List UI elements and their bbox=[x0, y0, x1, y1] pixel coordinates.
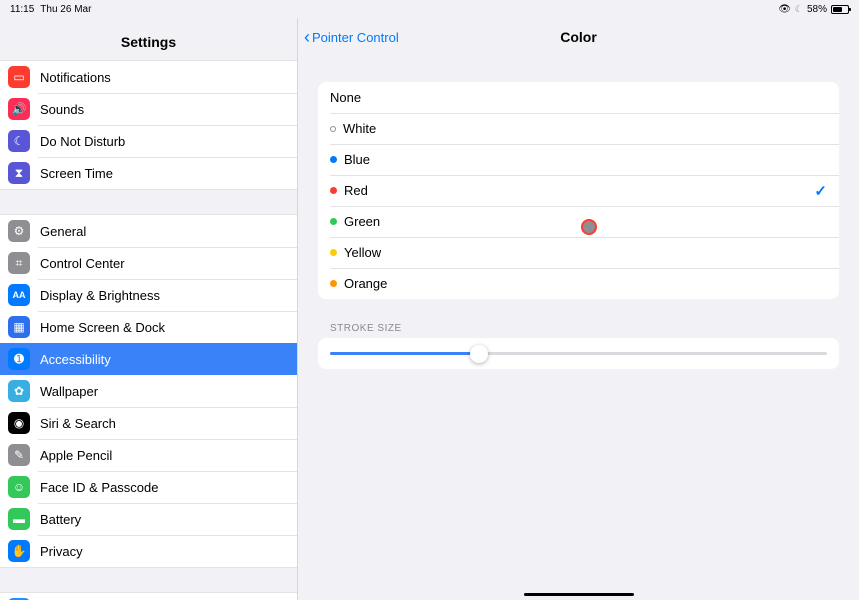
color-option-none[interactable]: None bbox=[318, 82, 839, 113]
color-option-label: Orange bbox=[344, 276, 387, 291]
detail-header: ‹ Pointer Control Color bbox=[298, 18, 859, 56]
color-option-label: None bbox=[330, 90, 361, 105]
display-icon: AA bbox=[8, 284, 30, 306]
detail-title: Color bbox=[560, 29, 597, 45]
sidebar-item-label: Do Not Disturb bbox=[40, 134, 125, 149]
color-dot-icon bbox=[330, 218, 337, 225]
sidebar-item-label: Home Screen & Dock bbox=[40, 320, 165, 335]
color-option-label: Green bbox=[344, 214, 380, 229]
sidebar-item-notifications[interactable]: ▭ Notifications bbox=[0, 61, 297, 93]
sidebar: Settings ▭ Notifications 🔊 Sounds ☾ Do Not Di… bbox=[0, 18, 298, 600]
sidebar-item-battery[interactable]: ▬ Battery bbox=[0, 503, 297, 535]
color-option-label: Yellow bbox=[344, 245, 381, 260]
stroke-size-slider[interactable] bbox=[330, 352, 827, 355]
sidebar-item-label: General bbox=[40, 224, 86, 239]
sidebar-item-apple-pencil[interactable]: ✎ Apple Pencil bbox=[0, 439, 297, 471]
color-option-blue[interactable]: Blue bbox=[318, 144, 839, 175]
back-label: Pointer Control bbox=[312, 30, 399, 45]
color-option-label: Red bbox=[344, 183, 368, 198]
eye-icon: 👁 bbox=[778, 4, 791, 15]
sidebar-item-label: Sounds bbox=[40, 102, 84, 117]
sidebar-item-general[interactable]: ⚙ General bbox=[0, 215, 297, 247]
color-option-red[interactable]: Red ✓ bbox=[318, 175, 839, 206]
sidebar-item-itunes-app-store[interactable]: ⒶiTunes & App Store bbox=[0, 593, 297, 600]
color-option-white[interactable]: White bbox=[318, 113, 839, 144]
color-option-green[interactable]: Green bbox=[318, 206, 839, 237]
color-dot-icon bbox=[330, 249, 337, 256]
notifications-icon: ▭ bbox=[8, 66, 30, 88]
pencil-icon: ✎ bbox=[8, 444, 30, 466]
stroke-size-label: STROKE SIZE bbox=[330, 323, 839, 334]
sidebar-item-label: Battery bbox=[40, 512, 81, 527]
sidebar-item-siri-search[interactable]: ◉ Siri & Search bbox=[0, 407, 297, 439]
sidebar-item-label: Display & Brightness bbox=[40, 288, 160, 303]
sidebar-title: Settings bbox=[0, 18, 297, 60]
color-dot-icon bbox=[330, 156, 337, 163]
sidebar-item-label: Siri & Search bbox=[40, 416, 116, 431]
sidebar-item-label: Face ID & Passcode bbox=[40, 480, 159, 495]
dnd-icon: ☾ bbox=[8, 130, 30, 152]
siri-icon: ◉ bbox=[8, 412, 30, 434]
color-option-label: White bbox=[343, 121, 376, 136]
sidebar-item-label: Privacy bbox=[40, 544, 83, 559]
stroke-size-slider-card bbox=[318, 338, 839, 369]
sidebar-item-display-brightness[interactable]: AA Display & Brightness bbox=[0, 279, 297, 311]
sidebar-item-screen-time[interactable]: ⧗ Screen Time bbox=[0, 157, 297, 189]
moon-icon: ☾ bbox=[795, 4, 803, 15]
battery-pct: 58% bbox=[807, 4, 827, 15]
sidebar-item-do-not-disturb[interactable]: ☾ Do Not Disturb bbox=[0, 125, 297, 157]
color-dot-icon bbox=[330, 126, 336, 132]
sidebar-item-label: Accessibility bbox=[40, 352, 111, 367]
status-bar: 11:15 Thu 26 Mar 👁 ☾ 58% bbox=[0, 0, 859, 18]
battery-icon: ▬ bbox=[8, 508, 30, 530]
sidebar-item-face-id-passcode[interactable]: ☺ Face ID & Passcode bbox=[0, 471, 297, 503]
battery-icon bbox=[831, 5, 849, 14]
wallpaper-icon: ✿ bbox=[8, 380, 30, 402]
detail-pane: ‹ Pointer Control Color None White Blue Red… bbox=[298, 18, 859, 600]
home-screen-icon: ▦ bbox=[8, 316, 30, 338]
sidebar-item-control-center[interactable]: ⌗ Control Center bbox=[0, 247, 297, 279]
color-option-orange[interactable]: Orange bbox=[318, 268, 839, 299]
status-date: Thu 26 Mar bbox=[40, 4, 91, 15]
color-dot-icon bbox=[330, 187, 337, 194]
faceid-icon: ☺ bbox=[8, 476, 30, 498]
color-option-yellow[interactable]: Yellow bbox=[318, 237, 839, 268]
back-button[interactable]: ‹ Pointer Control bbox=[304, 28, 399, 46]
sidebar-item-wallpaper[interactable]: ✿ Wallpaper bbox=[0, 375, 297, 407]
screen-time-icon: ⧗ bbox=[8, 162, 30, 184]
accessibility-icon: ➊ bbox=[8, 348, 30, 370]
sidebar-item-sounds[interactable]: 🔊 Sounds bbox=[0, 93, 297, 125]
chevron-left-icon: ‹ bbox=[304, 28, 310, 46]
control-center-icon: ⌗ bbox=[8, 252, 30, 274]
sidebar-item-label: Wallpaper bbox=[40, 384, 98, 399]
sidebar-item-accessibility[interactable]: ➊ Accessibility bbox=[0, 343, 297, 375]
sidebar-item-label: Apple Pencil bbox=[40, 448, 112, 463]
checkmark-icon: ✓ bbox=[814, 182, 827, 200]
color-list: None White Blue Red ✓ Green Yellow Orange bbox=[318, 82, 839, 299]
slider-knob[interactable] bbox=[470, 345, 488, 363]
general-icon: ⚙ bbox=[8, 220, 30, 242]
sidebar-item-label: Notifications bbox=[40, 70, 111, 85]
sidebar-item-label: Control Center bbox=[40, 256, 125, 271]
sounds-icon: 🔊 bbox=[8, 98, 30, 120]
sidebar-item-privacy[interactable]: ✋ Privacy bbox=[0, 535, 297, 567]
pointer-cursor-icon bbox=[581, 219, 597, 235]
color-dot-icon bbox=[330, 280, 337, 287]
privacy-icon: ✋ bbox=[8, 540, 30, 562]
sidebar-item-label: Screen Time bbox=[40, 166, 113, 181]
color-option-label: Blue bbox=[344, 152, 370, 167]
sidebar-item-home-screen-dock[interactable]: ▦ Home Screen & Dock bbox=[0, 311, 297, 343]
home-indicator[interactable] bbox=[524, 593, 634, 596]
status-time: 11:15 bbox=[10, 4, 34, 15]
